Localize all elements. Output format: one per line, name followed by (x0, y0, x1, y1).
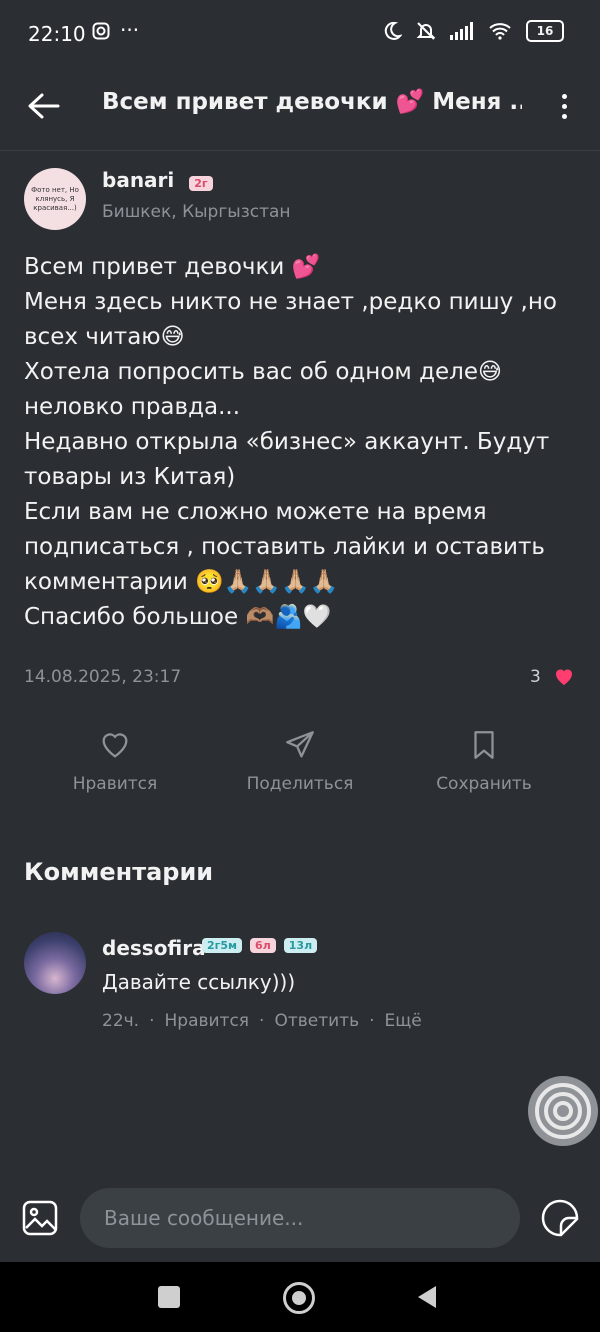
moon-icon (384, 21, 402, 40)
post-body: Всем привет девочки 💕 Меня здесь никто н… (24, 250, 584, 635)
page-title: Всем привет девочки 💕 Меня ... (102, 89, 522, 115)
post-line: всех читаю😅 (24, 324, 185, 350)
author-age-badge: 2г (189, 176, 213, 191)
comment-meta: 22ч. · Нравится · Ответить · Ещё (102, 1011, 422, 1031)
author-avatar[interactable]: Фото нет, Но клянусь, Я красивая...) (24, 168, 86, 230)
recents-button[interactable] (158, 1286, 180, 1308)
battery-icon: 16 (526, 20, 564, 42)
post-line: подписаться , поставить лайки и оставить (24, 534, 545, 560)
separator-dot: · (369, 1011, 375, 1031)
post-line: Если вам не сложно можете на время (24, 499, 487, 525)
comment-reply-button[interactable]: Ответить (274, 1011, 359, 1031)
author-name[interactable]: banari 2г (102, 168, 213, 192)
author-username[interactable]: banari (102, 168, 174, 192)
comment-more-button[interactable]: Ещё (385, 1011, 422, 1031)
system-nav-bar (0, 1262, 600, 1332)
badge-child-age: 6л (250, 938, 276, 953)
arrow-left-icon (28, 93, 60, 119)
status-bar: 22:10 ··· 16 (0, 0, 600, 68)
signal-icon (450, 22, 473, 40)
post-line: Недавно открыла «бизнес» аккаунт. Будут (24, 429, 550, 455)
send-icon (286, 731, 314, 758)
share-label: Поделиться (246, 774, 354, 794)
like-label: Нравится (72, 774, 158, 794)
separator-dot: · (149, 1011, 155, 1031)
back-button[interactable] (24, 86, 64, 126)
comment-like-button[interactable]: Нравится (165, 1011, 250, 1031)
likes-count[interactable]: 3 (530, 667, 541, 687)
comments-heading: Комментарии (24, 858, 214, 886)
share-button[interactable]: Поделиться (230, 728, 370, 794)
avatar-caption: Фото нет, Но клянусь, Я красивая...) (31, 185, 79, 212)
commenter-badges: 2г5м 6л 13л (202, 938, 318, 953)
floating-assist-button[interactable] (528, 1076, 598, 1146)
home-button[interactable] (283, 1282, 315, 1314)
save-button[interactable]: Сохранить (414, 728, 554, 794)
post-line: Хотела попросить вас об одном деле😅 (24, 359, 502, 385)
back-nav-button[interactable] (416, 1284, 438, 1310)
bell-off-icon (416, 22, 436, 40)
badge-age: 2г5м (202, 938, 243, 953)
status-icons: 16 (382, 20, 564, 42)
post-line: Меня здесь никто не знает ,редко пишу ,н… (24, 289, 557, 315)
post-date: 14.08.2025, 23:17 (24, 667, 182, 687)
commenter-avatar[interactable] (24, 932, 86, 994)
top-app-bar: Всем привет девочки 💕 Меня ... (0, 68, 600, 151)
target-icon (535, 1083, 591, 1139)
like-button[interactable]: Нравится (45, 728, 185, 794)
message-input[interactable] (80, 1188, 520, 1248)
home-dot-icon (292, 1291, 306, 1305)
separator-dot: · (259, 1011, 265, 1031)
heart-icon (102, 733, 128, 758)
wifi-icon (489, 23, 511, 40)
more-options-button[interactable] (552, 86, 576, 126)
comment-time: 22ч. (102, 1011, 140, 1031)
commenter-name[interactable]: dessofira (102, 936, 206, 960)
sticker-icon[interactable] (540, 1198, 580, 1238)
bookmark-icon (474, 731, 494, 759)
status-time: 22:10 (28, 22, 86, 46)
post-line: товары из Китая) (24, 464, 236, 490)
badge-child-age: 13л (283, 938, 318, 953)
post-line: Спасибо большое 🫶🏽🫂🤍 (24, 604, 332, 630)
heart-filled-icon[interactable] (552, 664, 576, 688)
post-line: комментарии 🥺🙏🏼🙏🏼🙏🏼🙏🏼 (24, 569, 339, 595)
instagram-icon (92, 22, 110, 44)
more-notifications-icon: ··· (120, 18, 140, 42)
save-label: Сохранить (436, 774, 532, 794)
comment-text: Давайте ссылку))) (102, 970, 296, 994)
author-location: Бишкек, Кыргызстан (102, 202, 291, 222)
image-attach-icon[interactable] (22, 1200, 58, 1236)
post-line: неловко правда... (24, 394, 241, 420)
post-line: Всем привет девочки 💕 (24, 254, 321, 280)
